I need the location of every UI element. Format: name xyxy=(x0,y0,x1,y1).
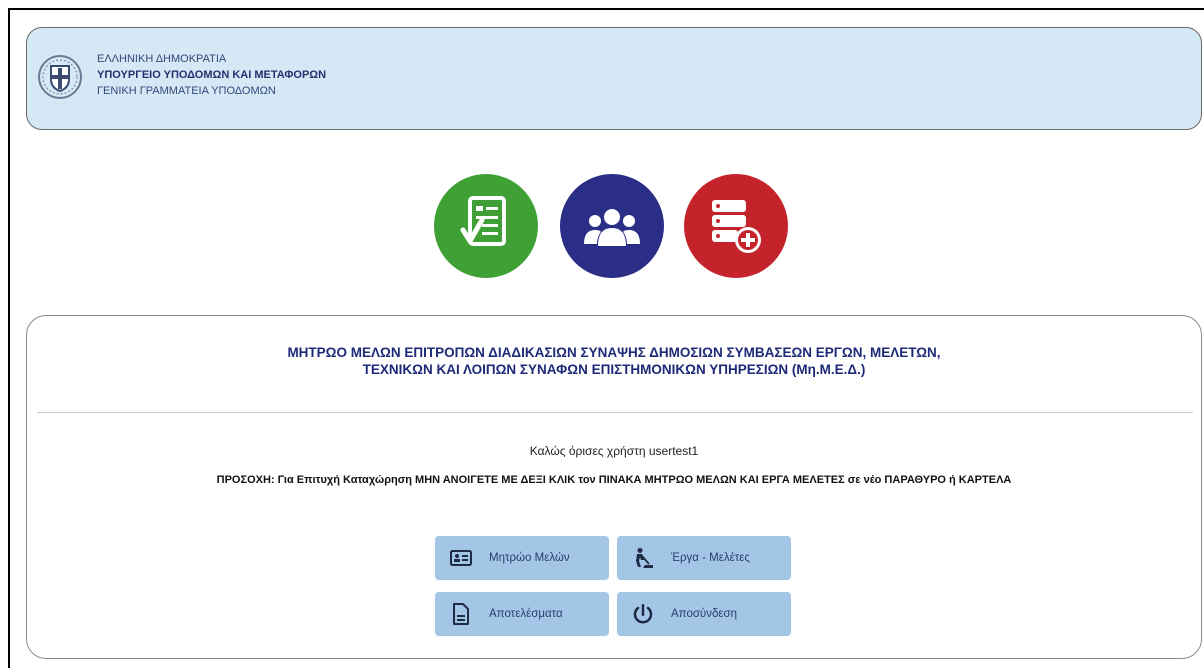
power-icon xyxy=(633,604,653,624)
document-check-icon xyxy=(460,196,506,246)
welcome-message: Καλώς όρισες χρήστη usertest1 xyxy=(529,444,699,458)
document-icon xyxy=(453,603,469,625)
database-add-shortcut[interactable] xyxy=(684,174,788,278)
registry-title: ΜΗΤΡΩΟ ΜΕΛΩΝ ΕΠΙΤΡΟΠΩΝ ΔΙΑΔΙΚΑΣΙΩΝ ΣΥΝΑΨ… xyxy=(27,344,1201,378)
members-registry-label: Μητρώο Μελών xyxy=(489,552,570,564)
group-icon xyxy=(584,209,640,246)
logout-label: Αποσύνδεση xyxy=(671,608,737,620)
database-add-icon xyxy=(712,200,761,253)
members-registry-button[interactable]: Μητρώο Μελών xyxy=(435,536,609,580)
logout-button[interactable]: Αποσύνδεση xyxy=(617,592,791,636)
ministry-header: ΕΛΛΗΝΙΚΗ ΔΗΜΟΚΡΑΤΙΑ ΥΠΟΥΡΓΕΙΟ ΥΠΟΔΟΜΩΝ Κ… xyxy=(26,27,1202,130)
registry-panel: ΜΗΤΡΩΟ ΜΕΛΩΝ ΕΠΙΤΡΟΠΩΝ ΔΙΑΔΙΚΑΣΙΩΝ ΣΥΝΑΨ… xyxy=(26,315,1202,659)
header-line-secretariat: ΓΕΝΙΚΗ ΓΡΑΜΜΑΤΕΙΑ ΥΠΟΔΟΜΩΝ xyxy=(97,85,276,97)
id-card-icon xyxy=(450,550,472,566)
registry-title-line1: ΜΗΤΡΩΟ ΜΕΛΩΝ ΕΠΙΤΡΟΠΩΝ ΔΙΑΔΙΚΑΣΙΩΝ ΣΥΝΑΨ… xyxy=(287,345,941,360)
registry-title-line2: ΤΕΧΝΙΚΩΝ ΚΑΙ ΛΟΙΠΩΝ ΣΥΝΑΦΩΝ ΕΠΙΣΤΗΜΟΝΙΚΩ… xyxy=(362,362,866,377)
divider xyxy=(37,412,1193,413)
greek-coat-of-arms-icon xyxy=(38,55,82,99)
document-check-shortcut[interactable] xyxy=(434,174,538,278)
projects-studies-label: Έργα - Μελέτες xyxy=(671,552,750,564)
worker-digging-icon xyxy=(636,548,653,568)
results-button[interactable]: Αποτελέσματα xyxy=(435,592,609,636)
results-label: Αποτελέσματα xyxy=(489,608,563,620)
members-group-shortcut[interactable] xyxy=(560,174,664,278)
header-line-republic: ΕΛΛΗΝΙΚΗ ΔΗΜΟΚΡΑΤΙΑ xyxy=(97,53,227,65)
header-line-ministry: ΥΠΟΥΡΓΕΙΟ ΥΠΟΔΟΜΩΝ ΚΑΙ ΜΕΤΑΦΟΡΩΝ xyxy=(97,69,327,81)
projects-studies-button[interactable]: Έργα - Μελέτες xyxy=(617,536,791,580)
warning-message: ΠΡΟΣΟΧΗ: Για Επιτυχή Καταχώρηση ΜΗΝ ΑΝΟΙ… xyxy=(216,474,1012,486)
